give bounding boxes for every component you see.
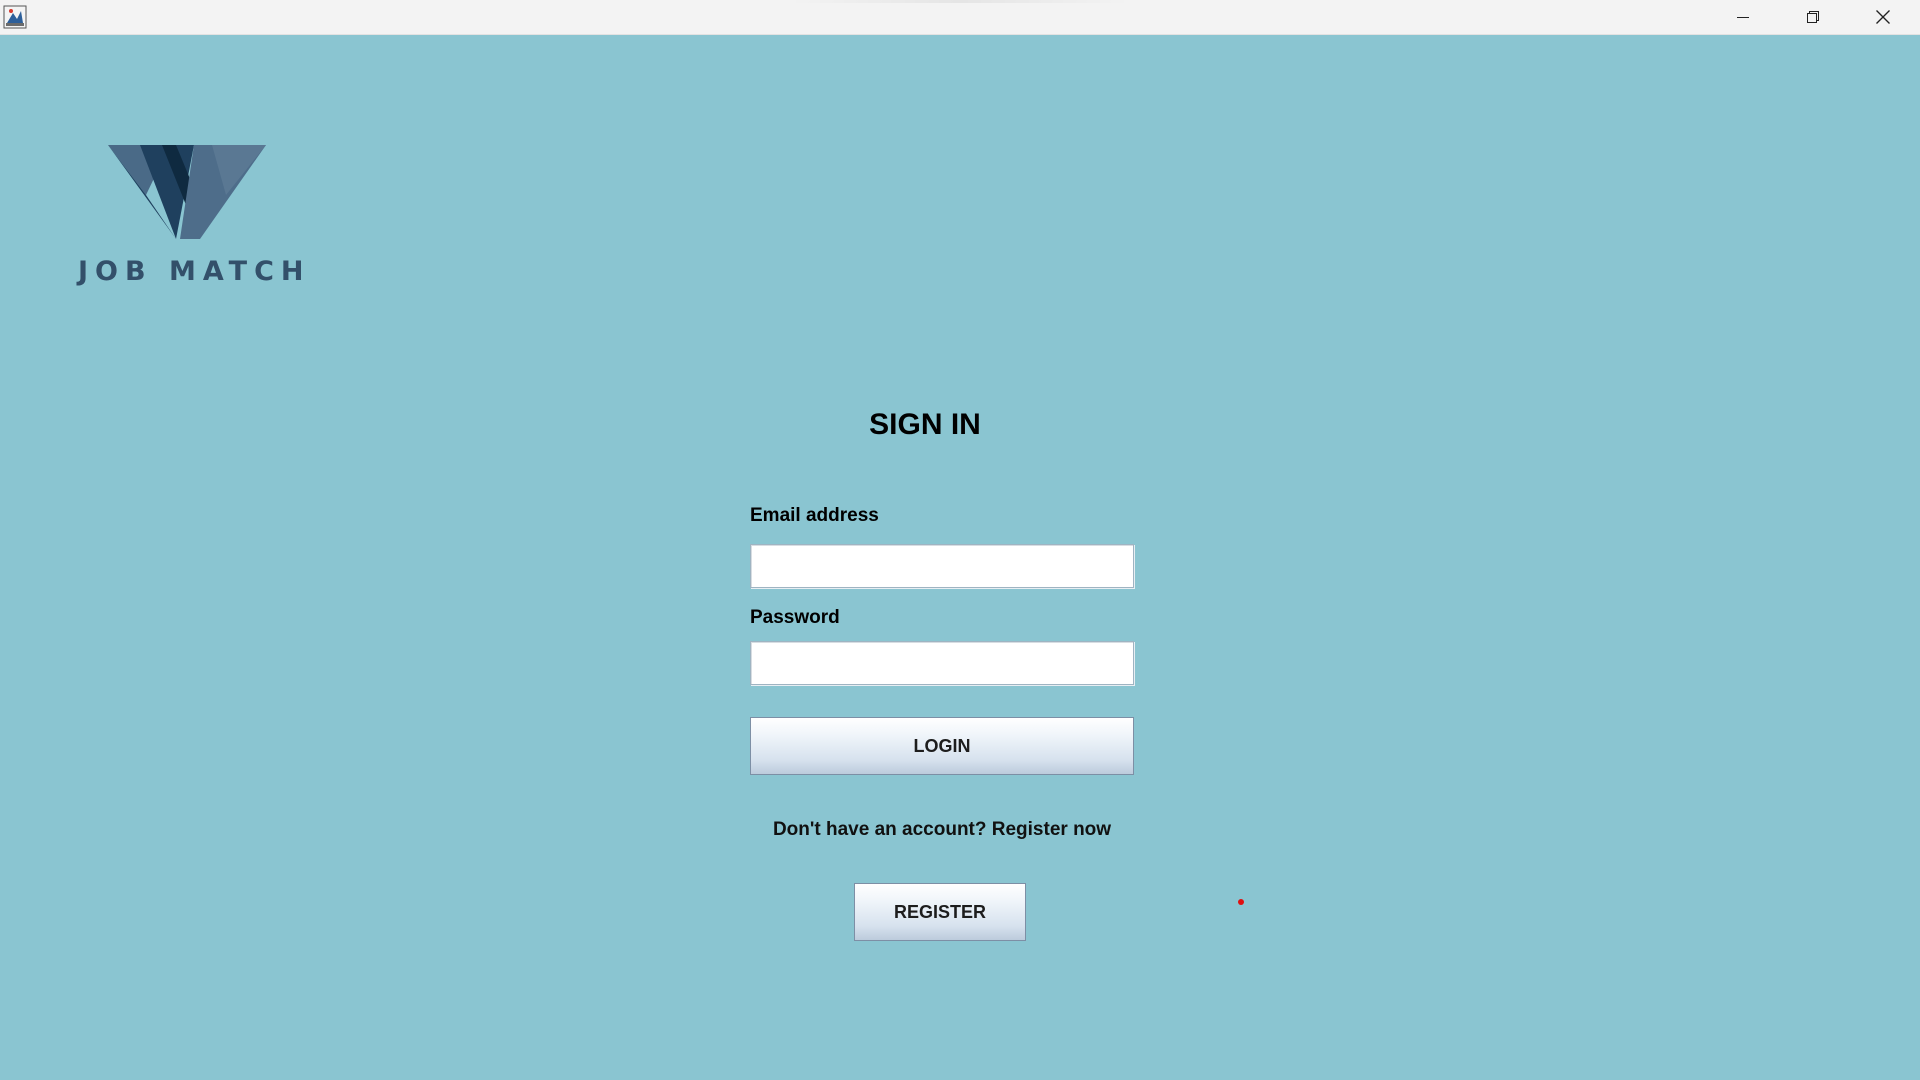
logo-w-icon [108,145,266,239]
logo-text: JOB MATCH [78,256,311,287]
close-button[interactable] [1848,0,1918,34]
login-button[interactable]: LOGIN [750,717,1134,775]
title-bar[interactable] [0,0,1920,35]
minimize-icon [1737,17,1749,18]
restore-icon [1807,11,1819,23]
email-label: Email address [750,505,879,526]
app-window: JOB MATCH SIGN IN Email address Password… [0,0,1920,1080]
restore-button[interactable] [1778,0,1848,34]
minimize-button[interactable] [1708,0,1778,34]
register-hint: Don't have an account? Register now [772,819,1112,840]
cursor-indicator [1238,899,1244,905]
close-icon [1876,10,1890,24]
password-field[interactable] [750,641,1134,685]
register-button[interactable]: REGISTER [854,883,1026,941]
page-title: SIGN IN [869,408,981,441]
title-area [790,0,1130,3]
java-app-icon[interactable] [3,5,27,29]
job-match-logo: JOB MATCH [78,143,318,293]
password-label: Password [750,607,840,628]
email-field[interactable] [750,544,1134,588]
